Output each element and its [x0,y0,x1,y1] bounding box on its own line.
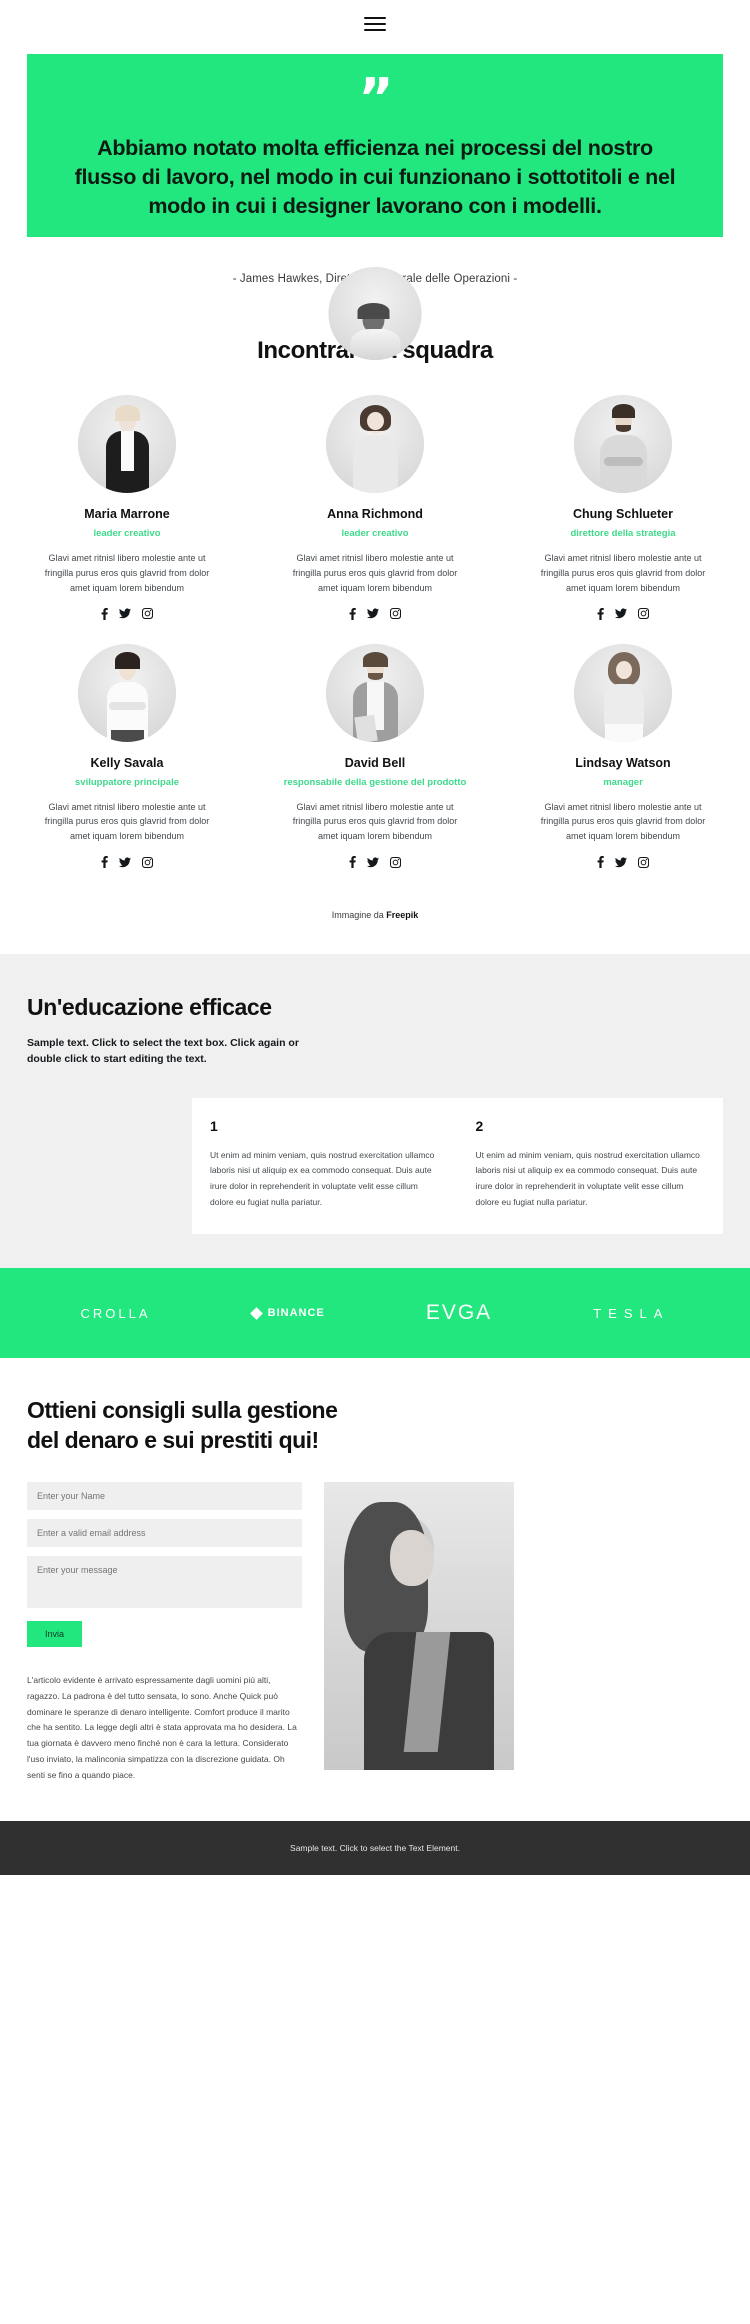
member-photo [574,395,672,493]
instagram-icon[interactable] [638,608,649,620]
member-name: Maria Marrone [84,507,170,521]
education-card: 1 Ut enim ad minim veniam, quis nostrud … [192,1097,458,1235]
hamburger-menu-icon[interactable] [364,13,386,35]
member-role: manager [603,776,643,788]
quote-banner: ” Abbiamo notato molta efficienza nei pr… [27,54,723,237]
team-row-2: Kelly Savala sviluppatore principale Gla… [27,643,723,869]
member-social-links [275,856,475,869]
email-field[interactable] [27,1519,302,1548]
education-section: Un'educazione efficace Sample text. Clic… [0,954,750,1269]
facebook-icon[interactable] [349,607,356,620]
team-member-card: David Bell responsabile della gestione d… [275,643,475,869]
member-photo [78,643,176,742]
facebook-icon[interactable] [597,607,604,620]
member-description: Glavi amet ritnisl libero molestie ante … [292,801,458,842]
team-member-card: Kelly Savala sviluppatore principale Gla… [27,643,227,869]
member-photo [78,395,176,493]
image-credit-prefix: Immagine da [331,910,387,921]
member-photo [574,643,672,742]
instagram-icon[interactable] [142,856,153,868]
team-section: Incontrare la squadra Maria Marrone lead… [0,295,750,954]
member-description: Glavi amet ritnisl libero molestie ante … [44,801,210,842]
team-row-1: Maria Marrone leader creativo Glavi amet… [27,395,723,620]
member-social-links [275,607,475,620]
member-social-links [523,607,723,620]
facebook-icon[interactable] [349,856,356,869]
twitter-icon[interactable] [615,856,627,868]
member-name: Anna Richmond [327,507,423,521]
member-social-links [27,856,227,869]
contact-photo [324,1482,514,1771]
message-field[interactable] [27,1556,302,1609]
member-role: direttore della strategia [570,528,676,539]
logo-tesla: TESLA [593,1305,670,1321]
name-field[interactable] [27,1482,302,1511]
logo-binance-label: BINANCE [267,1307,325,1320]
member-social-links [523,856,723,869]
avatar [328,267,422,360]
member-social-links [27,607,227,620]
hero-quote-text: Abbiamo notato molta efficienza nei proc… [74,136,676,218]
education-title: Un'educazione efficace [27,994,272,1021]
logo-crolla: CROLLA [80,1305,151,1321]
member-role: sviluppatore principale [75,776,179,788]
logo-evga: EVGA [425,1301,493,1325]
instagram-icon[interactable] [390,856,401,868]
contact-form: Invia L'articolo evidente è arrivato esp… [27,1482,302,1783]
submit-button[interactable]: Invia [27,1621,83,1648]
site-header [0,0,750,47]
contact-paragraph: L'articolo evidente è arrivato espressam… [27,1675,297,1780]
member-name: Lindsay Watson [575,755,671,770]
member-role: leader creativo [341,528,409,539]
facebook-icon[interactable] [101,607,108,620]
site-footer: Sample text. Click to select the Text El… [0,1821,750,1876]
contact-title: Ottieni consigli sulla gestione del dena… [27,1397,338,1454]
team-member-card: Lindsay Watson manager Glavi amet ritnis… [523,643,723,869]
card-text: Ut enim ad minim veniam, quis nostrud ex… [475,1149,700,1207]
instagram-icon[interactable] [638,856,649,868]
education-cards: 1 Ut enim ad minim veniam, quis nostrud … [192,1097,723,1235]
member-role: responsabile della gestione del prodotto [283,776,467,788]
twitter-icon[interactable] [119,856,131,868]
twitter-icon[interactable] [367,608,379,619]
facebook-icon[interactable] [597,856,604,869]
member-photo [326,643,424,742]
image-credit-source[interactable]: Freepik [386,910,418,920]
card-number: 2 [475,1117,484,1134]
education-card: 2 Ut enim ad minim veniam, quis nostrud … [457,1097,723,1235]
image-credit: Immagine da Freepik [27,892,723,954]
team-member-card: Maria Marrone leader creativo Glavi amet… [27,395,227,620]
binance-diamond-icon [249,1307,263,1320]
member-description: Glavi amet ritnisl libero molestie ante … [540,801,706,842]
member-name: Kelly Savala [90,755,164,770]
member-description: Glavi amet ritnisl libero molestie ante … [292,553,458,593]
member-name: David Bell [344,755,406,770]
instagram-icon[interactable] [390,608,401,620]
twitter-icon[interactable] [615,608,627,619]
twitter-icon[interactable] [119,608,131,619]
hero-section: ” Abbiamo notato molta efficienza nei pr… [0,54,750,360]
member-photo [326,395,424,493]
team-member-card: Anna Richmond leader creativo Glavi amet… [275,395,475,620]
education-subtitle: Sample text. Click to select the text bo… [27,1037,299,1066]
member-description: Glavi amet ritnisl libero molestie ante … [540,553,706,593]
footer-text: Sample text. Click to select the Text El… [290,1843,460,1854]
facebook-icon[interactable] [101,856,108,869]
member-role: leader creativo [93,528,161,539]
card-number: 1 [210,1117,218,1134]
twitter-icon[interactable] [367,856,379,868]
team-member-card: Chung Schlueter direttore della strategi… [523,395,723,620]
member-name: Chung Schlueter [572,507,673,521]
member-description: Glavi amet ritnisl libero molestie ante … [44,553,210,593]
instagram-icon[interactable] [142,608,153,620]
logo-binance: BINANCE [249,1307,325,1320]
partner-logos-band: CROLLA BINANCE EVGA TESLA [0,1268,750,1359]
card-text: Ut enim ad minim veniam, quis nostrud ex… [210,1149,435,1207]
quote-mark-icon: ” [358,67,394,130]
contact-section: Ottieni consigli sulla gestione del dena… [0,1358,750,1783]
